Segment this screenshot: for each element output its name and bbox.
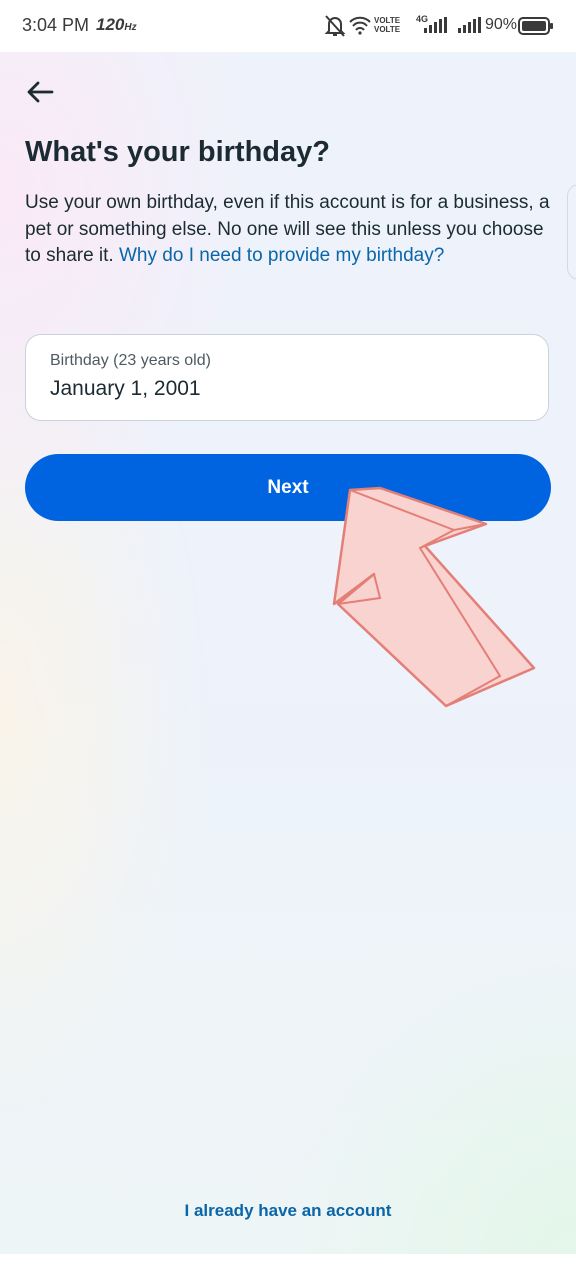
page-title: What's your birthday? [25,136,330,168]
wifi-icon [349,16,371,35]
status-bar: 3:04 PM 120Hz VOLTE VOLTE 4G 90% [0,0,576,52]
navigation-bar-area [0,1254,576,1280]
next-button[interactable]: Next [25,454,551,521]
mute-bell-icon [324,15,346,37]
signal-icon [424,17,447,33]
refresh-rate-indicator: 120Hz [96,15,137,34]
side-panel-handle[interactable] [567,184,576,280]
birthday-field[interactable]: Birthday (23 years old) January 1, 2001 [25,334,549,421]
already-have-account-link[interactable]: I already have an account [0,1201,576,1221]
signal-icon-sim2 [458,17,481,33]
battery-icon [518,17,553,35]
birthday-value: January 1, 2001 [50,377,201,400]
birthday-label: Birthday (23 years old) [50,352,211,369]
volte-indicator: VOLTE VOLTE [374,16,401,34]
arrow-left-icon [27,81,54,103]
page-description: Use your own birthday, even if this acco… [25,190,555,270]
status-time: 3:04 PM [22,15,90,35]
why-birthday-link[interactable]: Why do I need to provide my birthday? [119,245,444,266]
back-button[interactable] [20,72,60,112]
battery-percentage: 90% [485,16,518,33]
